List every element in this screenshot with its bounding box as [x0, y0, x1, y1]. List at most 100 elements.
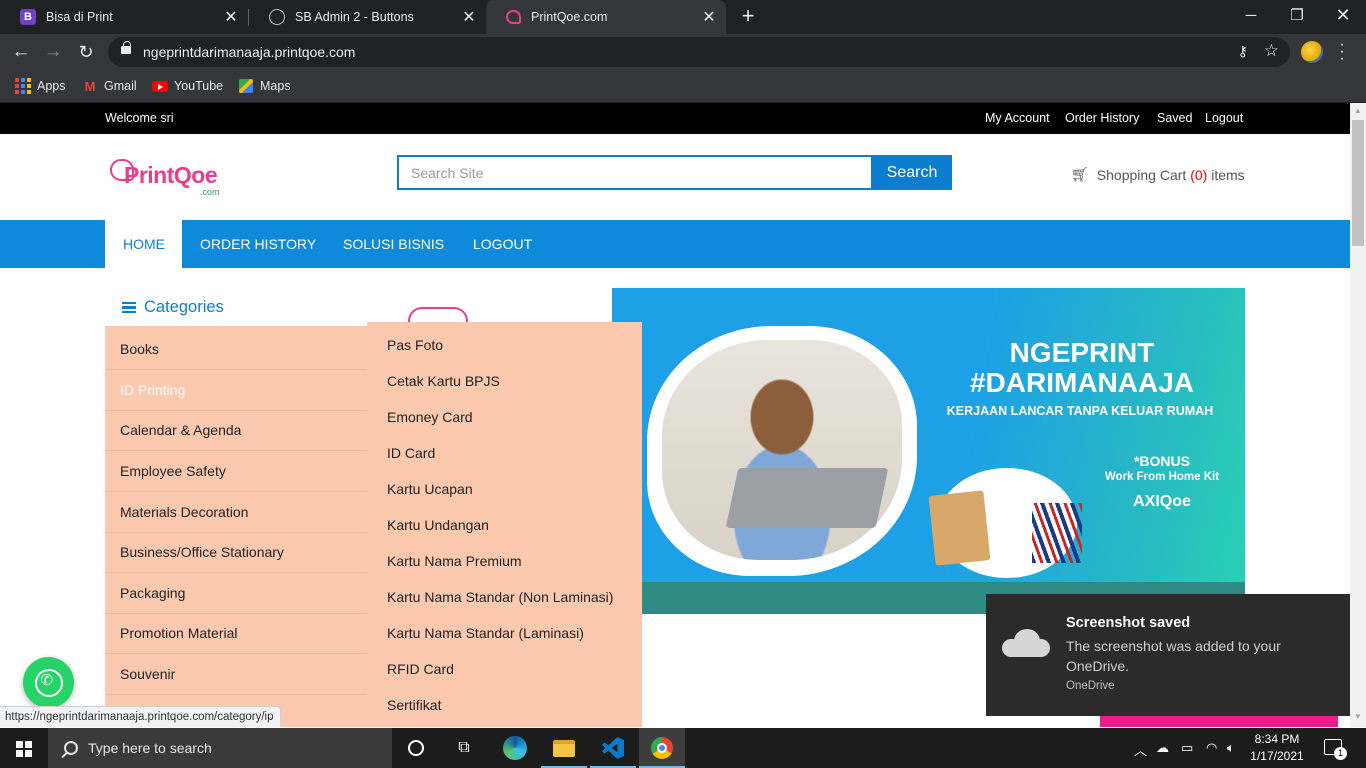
bookmark-star-icon[interactable]: ☆ — [1264, 41, 1279, 61]
edge-icon[interactable] — [502, 736, 528, 760]
scroll-down-icon[interactable]: ▼ — [1354, 712, 1362, 721]
partner-logo: AXIQoe — [1133, 493, 1191, 510]
category-promotion-material[interactable]: Promotion Material — [105, 613, 368, 654]
nav-home[interactable]: HOME — [105, 220, 182, 268]
search-icon — [64, 741, 78, 755]
category-employee-safety[interactable]: Employee Safety — [105, 451, 368, 492]
file-explorer-icon[interactable] — [551, 736, 577, 760]
close-tab-icon[interactable]: ✕ — [222, 8, 240, 26]
profile-avatar[interactable] — [1301, 41, 1323, 63]
reload-icon[interactable]: ↻ — [74, 40, 98, 64]
banner-bonus: *BONUS Work From Home Kit — [1092, 453, 1232, 485]
onedrive-tray-icon[interactable]: ☁ — [1156, 740, 1169, 756]
tab-title: Bisa di Print — [46, 10, 113, 24]
youtube-icon — [152, 78, 168, 94]
search-button[interactable]: Search — [872, 155, 952, 190]
submenu-kartu-nama-premium[interactable]: Kartu Nama Premium — [387, 553, 522, 569]
vscode-icon[interactable] — [600, 736, 626, 760]
category-calendar-agenda[interactable]: Calendar & Agenda — [105, 410, 368, 451]
laptop-image — [725, 468, 889, 528]
category-materials-decoration[interactable]: Materials Decoration — [105, 492, 368, 533]
onedrive-notification[interactable]: Screenshot saved The screenshot was adde… — [986, 594, 1350, 716]
submenu-sertifikat[interactable]: Sertifikat — [387, 697, 441, 713]
nav-solusi-bisnis[interactable]: SOLUSI BISNIS — [343, 220, 444, 268]
categories-heading: Categories — [122, 298, 224, 317]
submenu-kartu-nama-standar-laminasi[interactable]: Kartu Nama Standar (Laminasi) — [387, 625, 584, 641]
nav-order-history[interactable]: ORDER HISTORY — [200, 220, 316, 268]
site-logo[interactable]: PrintQoe .com — [110, 159, 225, 199]
bookmark-apps[interactable]: Apps — [15, 77, 66, 95]
forward-icon[interactable]: → — [41, 40, 65, 64]
cortana-icon[interactable] — [403, 736, 429, 760]
chrome-icon — [651, 737, 673, 759]
cart-count: (0) — [1190, 166, 1208, 183]
logout-link[interactable]: Logout — [1205, 111, 1243, 125]
saved-link[interactable]: Saved — [1157, 111, 1192, 125]
bookmark-gmail[interactable]: M Gmail — [82, 77, 137, 95]
clock-time: 8:34 PM — [1254, 732, 1300, 746]
windows-start-icon[interactable] — [16, 741, 32, 757]
gmail-icon: M — [84, 78, 96, 94]
scroll-up-icon[interactable]: ▲ — [1354, 106, 1362, 115]
bookmark-youtube[interactable]: YouTube — [152, 77, 223, 95]
action-center-icon[interactable]: 1 — [1324, 739, 1347, 760]
close-window-icon[interactable]: ✕ — [1320, 0, 1366, 30]
show-hidden-icons[interactable]: ︿ — [1134, 740, 1147, 759]
category-souvenir[interactable]: Souvenir — [105, 654, 368, 695]
bonus-label: *BONUS — [1133, 453, 1190, 469]
minimize-icon[interactable]: ─ — [1228, 0, 1274, 30]
submenu-kartu-undangan[interactable]: Kartu Undangan — [387, 517, 489, 533]
my-account-link[interactable]: My Account — [985, 111, 1050, 125]
chrome-taskbar-button[interactable] — [639, 728, 685, 768]
promo-banner[interactable]: NGEPRINT #DARIMANAAJA KERJAAN LANCAR TANP… — [612, 288, 1245, 614]
category-id-printing[interactable]: ID Printing — [105, 370, 368, 411]
task-view-icon[interactable]: ⧉ — [451, 736, 477, 760]
order-history-link[interactable]: Order History — [1065, 111, 1139, 125]
banner-heading-2: #DARIMANAAJA — [969, 367, 1194, 398]
wifi-icon[interactable]: ◠ — [1206, 740, 1217, 756]
submenu-emoney-card[interactable]: Emoney Card — [387, 409, 473, 425]
cart-label: Shopping Cart — [1096, 166, 1187, 183]
page-scrollbar[interactable]: ▲ ▼ — [1350, 103, 1366, 727]
chrome-menu-icon[interactable]: · · · — [1337, 37, 1347, 67]
category-business-office-stationary[interactable]: Business/Office Stationary — [105, 532, 368, 573]
submenu-kartu-nama-standar-non-laminasi[interactable]: Kartu Nama Standar (Non Laminasi) — [387, 589, 613, 605]
whatsapp-button[interactable] — [23, 657, 74, 708]
bookmark-label: YouTube — [174, 79, 224, 93]
scrollbar-thumb[interactable] — [1352, 120, 1364, 246]
volume-icon[interactable]: 🔈︎ — [1227, 740, 1235, 756]
maps-icon — [238, 78, 254, 94]
battery-icon[interactable]: ▭ — [1181, 740, 1193, 756]
tab-bisa-di-print[interactable]: B Bisa di Print ✕ — [0, 0, 248, 34]
search-input[interactable] — [399, 157, 871, 188]
close-tab-icon[interactable]: ✕ — [700, 8, 718, 26]
submenu-id-card[interactable]: ID Card — [387, 445, 435, 461]
submenu-kartu-ucapan[interactable]: Kartu Ucapan — [387, 481, 473, 497]
pens-image — [1032, 503, 1082, 563]
bookmark-maps[interactable]: Maps — [238, 77, 291, 95]
category-packaging[interactable]: Packaging — [105, 573, 368, 614]
address-bar[interactable]: ngeprintdarimanaaja.printqoe.com ⚷ ☆ — [108, 37, 1290, 67]
apps-grid-icon — [15, 78, 31, 94]
submenu-rfid-card[interactable]: RFID Card — [387, 661, 454, 677]
taskbar-search[interactable]: Type here to search — [48, 728, 392, 768]
nav-logout[interactable]: LOGOUT — [473, 220, 532, 268]
envelope-image — [928, 490, 991, 566]
new-tab-icon[interactable]: + — [736, 5, 760, 29]
logo-sub: .com — [200, 187, 220, 197]
back-icon[interactable]: ← — [9, 40, 33, 64]
category-books[interactable]: Books — [105, 329, 368, 370]
tab-printqoe[interactable]: PrintQoe.com ✕ — [486, 0, 726, 34]
restore-icon[interactable]: ❐ — [1274, 0, 1320, 30]
close-tab-icon[interactable]: ✕ — [460, 8, 478, 26]
tab-sb-admin[interactable]: SB Admin 2 - Buttons ✕ — [249, 0, 486, 34]
bookmark-label: Gmail — [104, 79, 137, 93]
address-url[interactable]: ngeprintdarimanaaja.printqoe.com — [143, 44, 355, 60]
system-clock[interactable]: 8:34 PM 1/17/2021 — [1244, 731, 1310, 765]
shopping-cart[interactable]: 🛒︎ Shopping Cart (0) items — [1071, 166, 1245, 183]
submenu-cetak-kartu-bpjs[interactable]: Cetak Kartu BPJS — [387, 373, 500, 389]
tab-title: SB Admin 2 - Buttons — [295, 10, 414, 24]
clock-date: 1/17/2021 — [1250, 749, 1304, 763]
key-icon[interactable]: ⚷ — [1238, 43, 1248, 60]
submenu-pas-foto[interactable]: Pas Foto — [387, 337, 443, 353]
